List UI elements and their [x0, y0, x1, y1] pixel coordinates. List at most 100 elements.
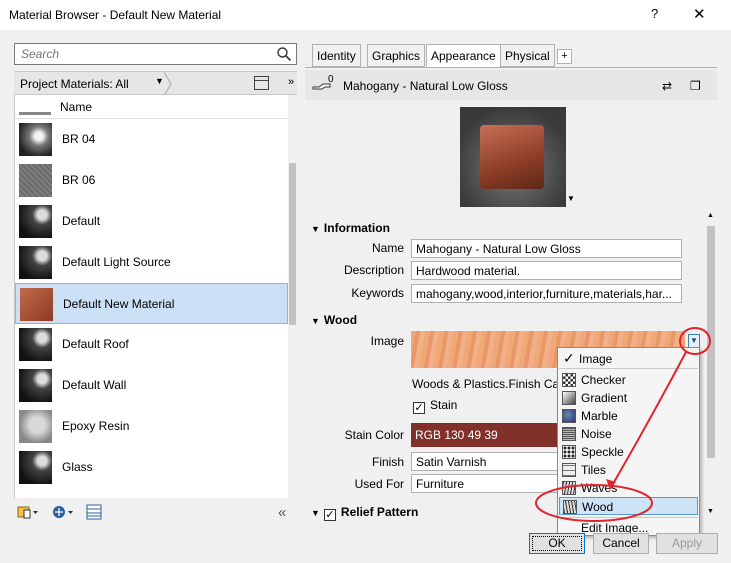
menu-item-waves[interactable]: Waves	[559, 479, 698, 497]
stain-color-swatch[interactable]: RGB 130 49 39	[411, 423, 561, 447]
project-materials-label[interactable]: Project Materials: All	[20, 77, 129, 91]
list-header: Name	[15, 95, 288, 119]
keywords-field[interactable]: mahogany,wood,interior,furniture,materia…	[411, 284, 682, 303]
menu-item-gradient[interactable]: Gradient	[559, 389, 698, 407]
ok-button[interactable]: OK	[529, 533, 585, 554]
add-asset-button[interactable]: +	[557, 49, 572, 64]
material-thumbnail	[19, 246, 52, 279]
list-item[interactable]: Default Roof	[15, 324, 288, 365]
scrollbar-thumb[interactable]	[707, 226, 715, 458]
collapse-library-icon[interactable]: «	[278, 504, 286, 521]
tab-appearance[interactable]: Appearance	[426, 44, 501, 67]
marble-icon	[562, 409, 576, 423]
asset-header: 0 Mahogany - Natural Low Gloss ⇄ ❐	[305, 70, 717, 100]
view-toggle-icon[interactable]	[254, 76, 269, 90]
material-preview[interactable]	[460, 107, 566, 207]
list-item[interactable]: Epoxy Resin	[15, 406, 288, 447]
name-label: Name	[371, 241, 404, 255]
list-scrollbar[interactable]	[288, 95, 297, 498]
finish-select[interactable]: Satin Varnish	[411, 452, 561, 471]
duplicate-asset-icon[interactable]: ❐	[690, 79, 701, 93]
tiles-icon	[562, 463, 576, 477]
checker-icon	[562, 373, 576, 387]
list-item[interactable]: Glass	[15, 447, 288, 488]
library-icon[interactable]	[17, 504, 39, 520]
relief-pattern-checkbox[interactable]: ✓	[323, 509, 336, 521]
material-thumbnail	[19, 164, 52, 197]
help-button[interactable]: ?	[651, 6, 658, 21]
list-item[interactable]: Default Light Source	[15, 242, 288, 283]
menu-item-wood[interactable]: Wood	[559, 497, 698, 515]
material-thumbnail	[19, 369, 52, 402]
scroll-up-icon[interactable]: ▲	[707, 212, 714, 219]
tab-physical[interactable]: Physical	[500, 44, 555, 67]
material-thumbnail	[20, 288, 53, 321]
preview-cube	[480, 125, 544, 189]
tab-graphics[interactable]: Graphics	[367, 44, 426, 67]
menu-item-image[interactable]: ✓ Image	[559, 350, 698, 368]
wood-icon	[563, 500, 577, 514]
collapse-triangle-icon: ▼	[311, 224, 320, 234]
collapse-triangle-icon: ▼	[311, 508, 320, 518]
relief-pattern-header[interactable]: ▼ ✓ Relief Pattern	[311, 505, 418, 521]
stain-color-label: Stain Color	[344, 428, 404, 442]
tab-identity[interactable]: Identity	[312, 44, 361, 67]
list-item[interactable]: Default	[15, 201, 288, 242]
menu-item-speckle[interactable]: Speckle	[559, 443, 698, 461]
information-header[interactable]: ▼ Information	[311, 221, 390, 235]
title-bar: Material Browser - Default New Material …	[0, 0, 731, 30]
speckle-icon	[562, 445, 576, 459]
breadcrumb-arrow-icon	[164, 72, 172, 96]
gradient-icon	[562, 391, 576, 405]
list-item[interactable]: BR 04	[15, 119, 288, 160]
check-icon: ✓	[563, 350, 575, 366]
name-field[interactable]: Mahogany - Natural Low Gloss	[411, 239, 682, 258]
scroll-down-icon[interactable]: ▼	[707, 508, 714, 515]
collapse-triangle-icon: ▼	[311, 316, 320, 326]
used-for-select[interactable]: Furniture	[411, 474, 561, 493]
used-for-label: Used For	[354, 477, 404, 491]
scrollbar-thumb[interactable]	[289, 163, 296, 325]
keywords-label: Keywords	[351, 286, 404, 300]
search-box	[14, 43, 297, 65]
chevron-down-icon[interactable]: ▼	[567, 194, 575, 203]
project-materials-bar: Project Materials: All ▼ »	[14, 71, 297, 96]
chevron-down-icon[interactable]: ▼	[155, 76, 164, 86]
material-thumbnail	[19, 205, 52, 238]
stain-checkbox-row[interactable]: ✓ Stain	[413, 398, 457, 414]
expand-panel-icon[interactable]: »	[288, 76, 294, 88]
menu-item-checker[interactable]: Checker	[559, 371, 698, 389]
appearance-scrollbar[interactable]: ▲ ▼	[705, 210, 717, 520]
wood-header[interactable]: ▼ Wood	[311, 313, 357, 327]
material-thumbnail	[19, 410, 52, 443]
material-thumbnail	[19, 451, 52, 484]
menu-item-marble[interactable]: Marble	[559, 407, 698, 425]
window-title: Material Browser - Default New Material	[9, 8, 222, 22]
description-label: Description	[343, 263, 404, 277]
image-dropdown-button[interactable]: ▼	[688, 334, 700, 348]
list-item[interactable]: BR 06	[15, 160, 288, 201]
close-button[interactable]: ✕	[693, 5, 706, 23]
image-caption: Woods & Plastics.Finish Car	[412, 377, 564, 391]
material-thumbnail	[19, 123, 52, 156]
apply-button[interactable]: Apply	[656, 533, 718, 554]
stain-checkbox[interactable]: ✓	[413, 402, 425, 414]
noise-icon	[562, 427, 576, 441]
usage-count: 0	[328, 74, 334, 85]
description-field[interactable]: Hardwood material.	[411, 261, 682, 280]
list-item[interactable]: Default Wall	[15, 365, 288, 406]
material-thumbnail	[19, 328, 52, 361]
list-item-selected[interactable]: Default New Material	[15, 283, 288, 324]
list-view-icon[interactable]	[86, 504, 102, 520]
column-name-header[interactable]: Name	[60, 100, 92, 114]
create-material-icon[interactable]	[52, 504, 74, 520]
cancel-button[interactable]: Cancel	[593, 533, 649, 554]
search-input[interactable]	[15, 44, 265, 64]
left-toolbar: «	[14, 501, 297, 525]
menu-item-tiles[interactable]: Tiles	[559, 461, 698, 479]
menu-item-noise[interactable]: Noise	[559, 425, 698, 443]
image-label: Image	[370, 334, 404, 348]
image-type-menu: ✓ Image Checker Gradient Marble Noise Spe…	[557, 347, 700, 536]
replace-asset-icon[interactable]: ⇄	[662, 79, 672, 93]
search-icon[interactable]	[276, 46, 292, 62]
